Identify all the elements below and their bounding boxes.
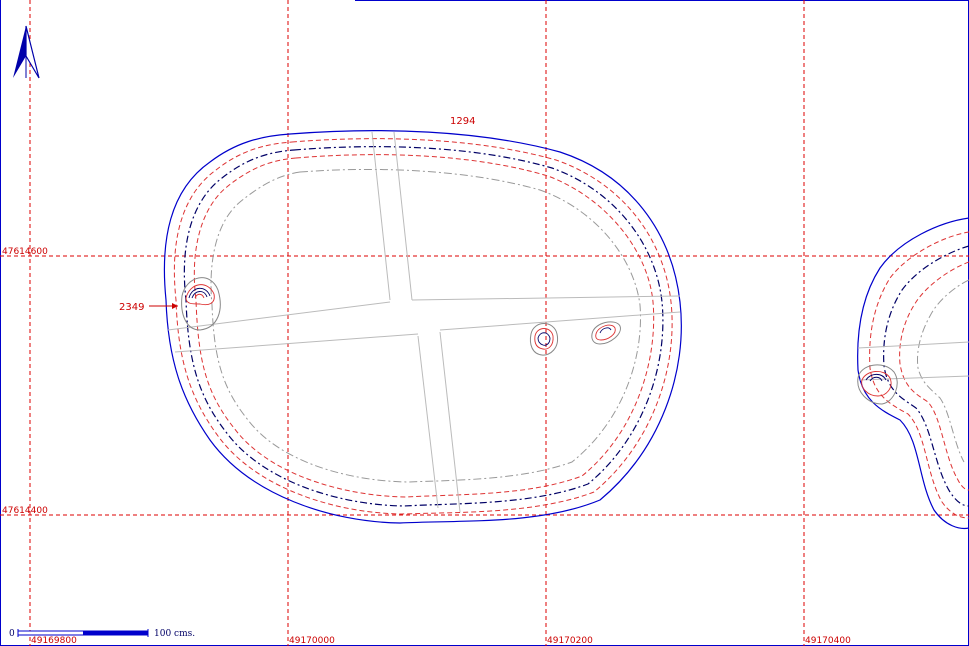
map-frame: [0, 0, 969, 646]
coordinate-grid: [0, 0, 969, 646]
grid-y-label-47614600: 47614600: [2, 247, 48, 257]
grid-x-label-49170000: 49170000: [289, 636, 335, 646]
grid-x-label-49170400: 49170400: [805, 636, 851, 646]
grid-x-label-49170200: 49170200: [547, 636, 593, 646]
north-arrow-icon: [13, 25, 40, 79]
feature-label-1294: 1294: [450, 116, 475, 127]
pit-leader-arrow-icon: [149, 303, 178, 309]
scale-zero-label: 0: [9, 629, 15, 639]
scale-length-label: 100 cms.: [154, 629, 195, 639]
main-feature: [163, 130, 682, 524]
post-hole-center: [529, 323, 559, 356]
excavation-plan-map: 49169800 49170000 49170200 49170400 4761…: [0, 0, 969, 646]
feature-outline: [163, 130, 682, 524]
pit-label-2349: 2349: [119, 302, 144, 313]
adjacent-feature-partial: [857, 217, 969, 530]
grid-x-label-49169800: 49169800: [31, 636, 77, 646]
section-cuts: [167, 131, 681, 513]
grid-y-label-47614400: 47614400: [2, 506, 48, 516]
post-hole-right: [591, 321, 621, 345]
